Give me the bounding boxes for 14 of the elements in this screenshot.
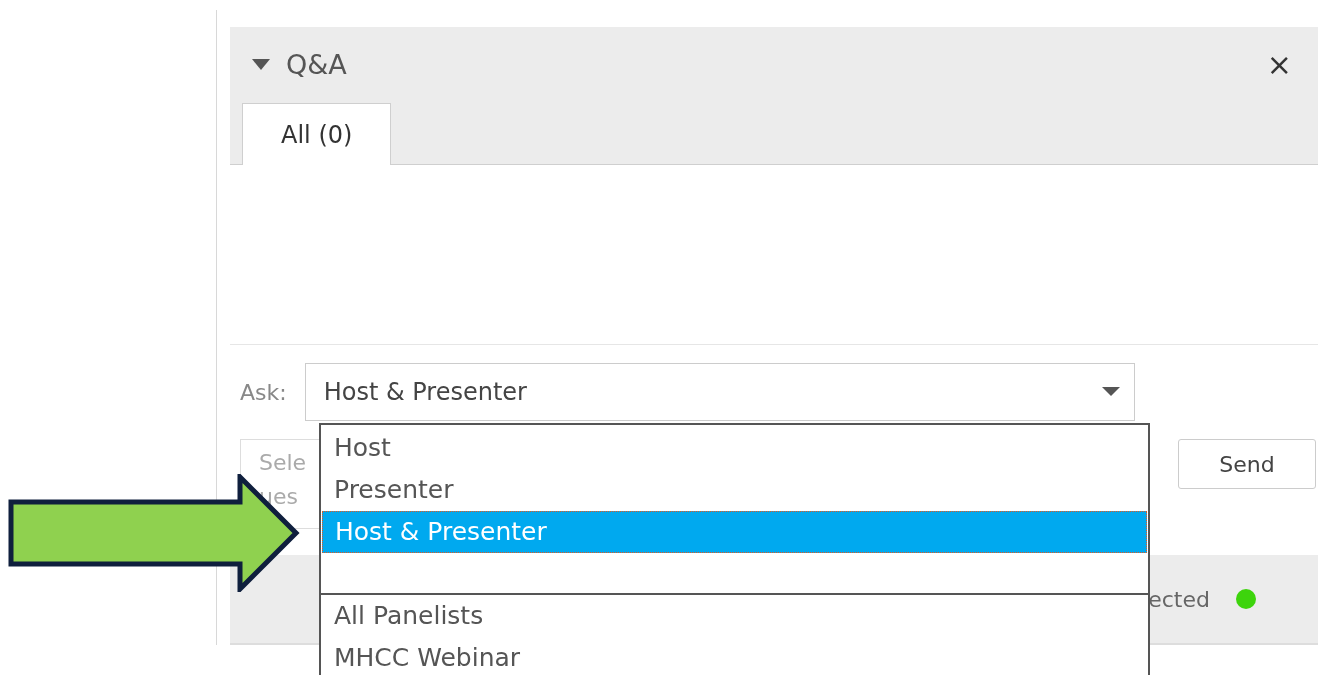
dropdown-option[interactable]: Host	[322, 427, 1147, 469]
send-button[interactable]: Send	[1178, 439, 1316, 489]
dropdown-option[interactable]: All Panelists	[322, 595, 1147, 637]
collapse-triangle-icon[interactable]	[252, 59, 270, 71]
ask-label: Ask:	[240, 378, 287, 407]
status-text: ected	[1148, 585, 1210, 614]
tab[interactable]: All (0)	[242, 103, 392, 165]
arrow-icon	[8, 474, 300, 592]
panel-title: Q&A	[286, 47, 347, 82]
ask-dropdown[interactable]: Host & Presenter	[304, 363, 1135, 421]
dropdown-option[interactable]: Presenter	[322, 469, 1147, 511]
close-button[interactable]: ×	[1266, 50, 1296, 80]
caret-icon	[1101, 387, 1120, 397]
dropdown-option[interactable]: MHCC Webinar	[322, 637, 1147, 675]
